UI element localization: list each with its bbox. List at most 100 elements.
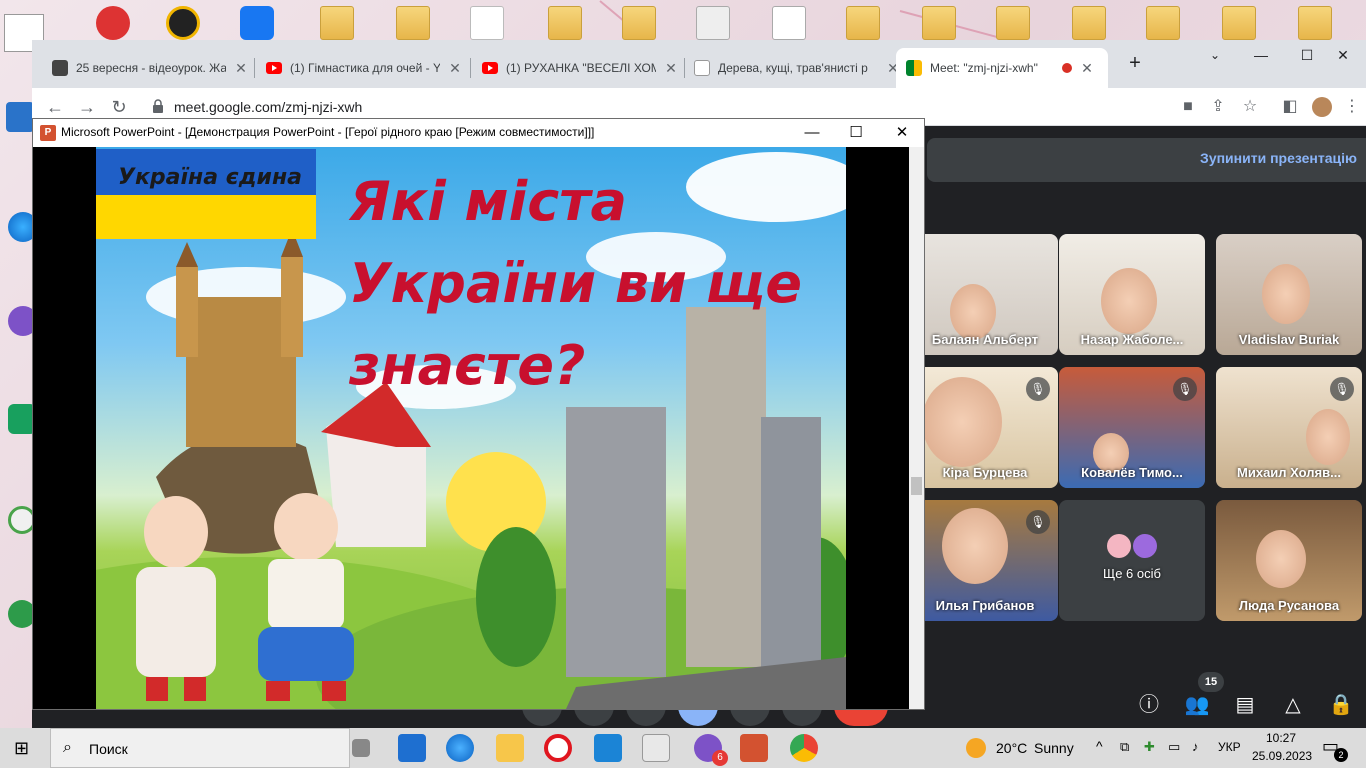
folder-icon[interactable] <box>320 6 354 40</box>
folder-icon[interactable] <box>1298 6 1332 40</box>
mic-off-icon: 🎙 <box>1173 377 1197 401</box>
participant-tile-more[interactable]: Ще 6 осіб <box>1059 500 1205 621</box>
tray-icon[interactable]: ✚ <box>1144 739 1155 755</box>
tab-title: (1) Гімнастика для очей - Yo <box>290 61 440 75</box>
bookmark-star-icon[interactable]: ☆ <box>1240 97 1260 117</box>
computer-icon[interactable] <box>6 102 34 132</box>
participant-name: Балаян Альберт <box>931 332 1039 347</box>
close-window-button[interactable]: ✕ <box>1320 40 1366 70</box>
classroom-icon <box>52 60 68 76</box>
tab-videolesson[interactable]: 25 вересня - відеоурок. Жа ✕ <box>42 48 258 88</box>
mic-off-icon: 🎙 <box>1026 377 1050 401</box>
file-icon[interactable] <box>772 6 806 40</box>
folder-icon[interactable] <box>1072 6 1106 40</box>
activities-icon[interactable]: △ <box>1278 690 1308 720</box>
language-indicator[interactable]: УКР <box>1218 740 1241 754</box>
mail-icon[interactable] <box>398 734 426 762</box>
folder-icon[interactable] <box>922 6 956 40</box>
folder-icon[interactable] <box>846 6 880 40</box>
weather-temp[interactable]: 20°C <box>996 740 1027 756</box>
participant-name: Vladislav Buriak <box>1238 332 1340 347</box>
file-explorer-icon[interactable] <box>496 734 524 762</box>
pdf-icon[interactable] <box>470 6 504 40</box>
chrome-icon[interactable] <box>790 734 818 762</box>
stop-presenting-button[interactable]: Зупинити презентацію <box>1200 150 1357 166</box>
folder-icon[interactable] <box>396 6 430 40</box>
tab-strip: 25 вересня - відеоурок. Жа ✕ (1) Гімнаст… <box>32 40 1366 88</box>
folder-icon[interactable] <box>548 6 582 40</box>
share-icon[interactable]: ⇪ <box>1208 97 1228 117</box>
store-icon[interactable] <box>594 734 622 762</box>
search-box[interactable]: ⌕ Поиск <box>50 728 350 768</box>
weather-condition[interactable]: Sunny <box>1034 740 1074 756</box>
powerpoint-titlebar: P Microsoft PowerPoint - [Демонстрация P… <box>33 119 924 147</box>
maximize-button[interactable]: ☐ <box>833 119 879 147</box>
notifications-icon[interactable]: ▭ 2 <box>1322 736 1348 762</box>
tab-search-icon[interactable]: ⌄ <box>1192 40 1238 70</box>
app-icon[interactable] <box>642 734 670 762</box>
close-window-button[interactable]: ✕ <box>879 119 925 147</box>
participant-tile[interactable]: Vladislav Buriak <box>1216 234 1362 355</box>
camera-icon[interactable]: ■ <box>1178 97 1198 117</box>
taskbar: ⊞ ⌕ Поиск 6 20°C Sunny ^ ⧉ ✚ ▭ ♪ УКР 10:… <box>0 728 1366 768</box>
menu-icon[interactable]: ⋮ <box>1342 97 1362 117</box>
facebook-icon[interactable] <box>240 6 274 40</box>
weather-sun-icon <box>966 738 986 758</box>
participant-tile[interactable]: Люда Русанова <box>1216 500 1362 621</box>
clock-date[interactable]: 25.09.2023 <box>1252 749 1312 763</box>
search-placeholder: Поиск <box>89 741 128 757</box>
tab-title: Meet: "zmj-njzi-xwh" <box>930 61 1038 75</box>
tray-icon[interactable]: ⧉ <box>1120 739 1129 755</box>
close-icon[interactable]: ✕ <box>1080 60 1094 77</box>
tab-separator <box>470 58 471 78</box>
scroll-thumb[interactable] <box>911 477 922 495</box>
opera-icon[interactable] <box>544 734 572 762</box>
participant-tile[interactable]: Назар Жаболе... <box>1059 234 1205 355</box>
viber-icon[interactable]: 6 <box>694 734 728 766</box>
windows-start-icon[interactable]: ⊞ <box>14 738 29 759</box>
volume-icon[interactable]: ♪ <box>1192 739 1199 754</box>
forward-button[interactable]: → <box>74 94 100 120</box>
tab-trees-doc[interactable]: Дерева, кущі, трав'янисті р ✕ <box>684 48 910 88</box>
vertical-scrollbar[interactable] <box>909 147 924 709</box>
slide[interactable]: Україна єдина Які міста України ви ще зн… <box>96 147 846 709</box>
task-view-icon[interactable] <box>352 739 370 757</box>
tab-eye-gymnastics[interactable]: (1) Гімнастика для очей - Yo ✕ <box>256 48 472 88</box>
new-tab-button[interactable]: + <box>1112 48 1158 78</box>
people-icon[interactable]: 👥 <box>1182 690 1212 720</box>
chat-icon[interactable]: ▤ <box>1230 690 1260 720</box>
participant-tile[interactable]: 🎙 Михаил Холяв... <box>1216 367 1362 488</box>
participant-tile[interactable]: 🎙 Кіра Бурцева <box>912 367 1058 488</box>
edge-icon[interactable] <box>446 734 474 762</box>
reload-button[interactable]: ↻ <box>106 94 132 120</box>
chevron-up-icon[interactable]: ^ <box>1096 738 1103 754</box>
network-icon[interactable]: ▭ <box>1168 739 1180 755</box>
participant-tile[interactable]: Балаян Альберт <box>912 234 1058 355</box>
host-controls-icon[interactable]: 🔒 <box>1326 690 1356 720</box>
clock-time[interactable]: 10:27 <box>1266 731 1296 745</box>
folder-icon[interactable] <box>1146 6 1180 40</box>
folder-icon[interactable] <box>996 6 1030 40</box>
back-button[interactable]: ← <box>42 94 68 120</box>
slide-area: Україна єдина Які міста України ви ще зн… <box>33 147 909 709</box>
powerpoint-taskbar-icon[interactable] <box>740 734 768 762</box>
close-icon[interactable]: ✕ <box>448 60 462 77</box>
close-icon[interactable]: ✕ <box>664 60 678 77</box>
heading-line: України ви ще <box>349 252 802 315</box>
file-icon[interactable] <box>696 6 730 40</box>
app-shortcut-icon[interactable] <box>166 6 200 40</box>
participant-name: Кіра Бурцева <box>942 465 1028 480</box>
profile-avatar[interactable] <box>1312 97 1332 117</box>
app-shortcut-icon[interactable] <box>96 6 130 40</box>
minimize-button[interactable]: — <box>789 119 835 147</box>
participant-tile[interactable]: 🎙 Илья Грибанов <box>912 500 1058 621</box>
tab-rukhanka[interactable]: (1) РУХАНКА "ВЕСЕЛІ ХОМ' ✕ <box>472 48 688 88</box>
folder-icon[interactable] <box>622 6 656 40</box>
sidebar-icon[interactable]: ◧ <box>1280 97 1300 117</box>
folder-icon[interactable] <box>1222 6 1256 40</box>
info-icon[interactable]: ⓘ <box>1134 690 1164 720</box>
participant-tile[interactable]: 🎙 Ковалёв Тимо... <box>1059 367 1205 488</box>
minimize-button[interactable]: — <box>1238 40 1284 70</box>
tab-meet[interactable]: Meet: "zmj-njzi-xwh" ✕ <box>896 48 1108 88</box>
close-icon[interactable]: ✕ <box>234 60 248 77</box>
